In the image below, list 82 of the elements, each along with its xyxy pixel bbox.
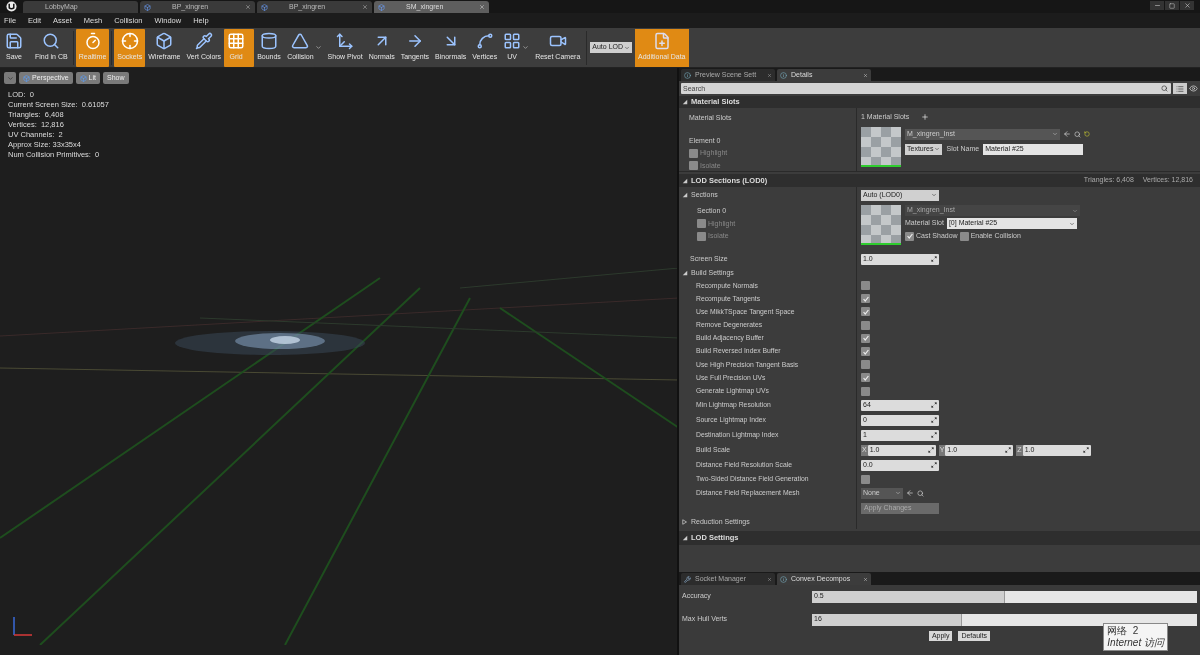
checkbox[interactable]	[689, 148, 698, 158]
checkbox[interactable]	[697, 231, 706, 241]
checkbox[interactable]	[697, 219, 706, 229]
search-icon	[1161, 85, 1168, 92]
wrench-icon	[684, 575, 691, 583]
file-plus-icon	[652, 32, 671, 51]
resize-icon	[1005, 447, 1012, 454]
resize-icon	[931, 417, 937, 424]
resize-icon	[931, 402, 937, 409]
checkbox[interactable]	[861, 360, 870, 370]
resize-icon	[927, 447, 934, 454]
resize-icon	[931, 256, 937, 262]
checkbox[interactable]	[861, 307, 870, 317]
restore-button[interactable]	[1165, 1, 1179, 10]
checkbox[interactable]	[861, 347, 870, 357]
pipette-icon	[194, 32, 213, 51]
checkmark-icon	[905, 232, 914, 241]
expanded-arrow-icon[interactable]	[682, 99, 688, 105]
checkbox[interactable]	[861, 281, 870, 291]
close-icon[interactable]	[767, 72, 772, 78]
checkbox[interactable]	[861, 474, 870, 484]
expanded-arrow-icon[interactable]	[682, 270, 688, 276]
caret-icon	[6, 74, 14, 82]
collapsed-arrow-icon[interactable]	[682, 519, 688, 526]
maximize-icon	[1169, 2, 1175, 9]
checker-thumbnail	[861, 205, 901, 245]
expanded-arrow-icon[interactable]	[682, 192, 688, 198]
close-icon[interactable]	[362, 4, 368, 10]
close-icon[interactable]	[767, 576, 772, 582]
axes-icon	[336, 32, 355, 51]
add-icon[interactable]	[921, 113, 930, 122]
grid-icon	[503, 32, 522, 51]
caret-icon	[314, 44, 322, 51]
checkbox[interactable]	[905, 231, 914, 241]
cube-icon	[23, 74, 30, 82]
search-icon[interactable]	[917, 489, 924, 497]
expanded-arrow-icon[interactable]	[682, 534, 688, 541]
resize-icon	[1082, 447, 1089, 454]
close-icon	[1183, 2, 1191, 9]
close-icon[interactable]	[245, 4, 251, 10]
vertices-icon	[475, 32, 494, 51]
viewport-options-button[interactable]	[4, 72, 16, 84]
checkbox[interactable]	[861, 333, 870, 343]
caret-icon	[895, 490, 901, 497]
crosshair-icon	[120, 32, 139, 51]
search-icon[interactable]	[1074, 130, 1081, 138]
tooltip-title: 网络 2	[1107, 625, 1140, 637]
box-icon	[155, 32, 174, 51]
expanded-arrow-icon[interactable]	[682, 177, 688, 184]
caret-icon	[934, 146, 941, 152]
caret-icon	[522, 44, 530, 51]
magnifier-icon	[42, 32, 61, 51]
caret-icon	[624, 44, 631, 51]
info-icon	[780, 71, 787, 79]
eye-icon[interactable]	[1189, 84, 1198, 93]
minimize-button[interactable]	[1150, 1, 1164, 10]
info-icon	[684, 71, 691, 79]
stopwatch-icon	[83, 32, 102, 51]
view-options-button[interactable]	[1173, 83, 1187, 94]
resize-icon	[931, 462, 937, 469]
list-icon	[1176, 84, 1184, 93]
checkbox[interactable]	[861, 294, 870, 304]
arrow-left-icon[interactable]	[1063, 130, 1071, 138]
reset-icon[interactable]	[1084, 131, 1090, 137]
checkmark-icon	[861, 373, 870, 382]
info-icon	[780, 575, 787, 583]
minimize-icon	[1153, 2, 1161, 9]
grid-icon	[227, 32, 246, 51]
resize-icon	[931, 432, 937, 439]
tooltip-text: Internet 访问	[1107, 637, 1164, 649]
cube-icon	[79, 74, 87, 82]
checkbox[interactable]	[861, 386, 870, 396]
checkbox[interactable]	[861, 373, 870, 383]
caret-icon	[1052, 131, 1058, 137]
cylinder-icon	[260, 32, 278, 51]
checker-thumbnail	[861, 126, 901, 167]
checkbox[interactable]	[861, 320, 870, 330]
caret-icon	[931, 192, 937, 198]
checkbox[interactable]	[959, 231, 969, 241]
checkbox[interactable]	[689, 161, 698, 171]
arrow-left-icon[interactable]	[906, 489, 914, 498]
close-button[interactable]	[1180, 1, 1194, 10]
